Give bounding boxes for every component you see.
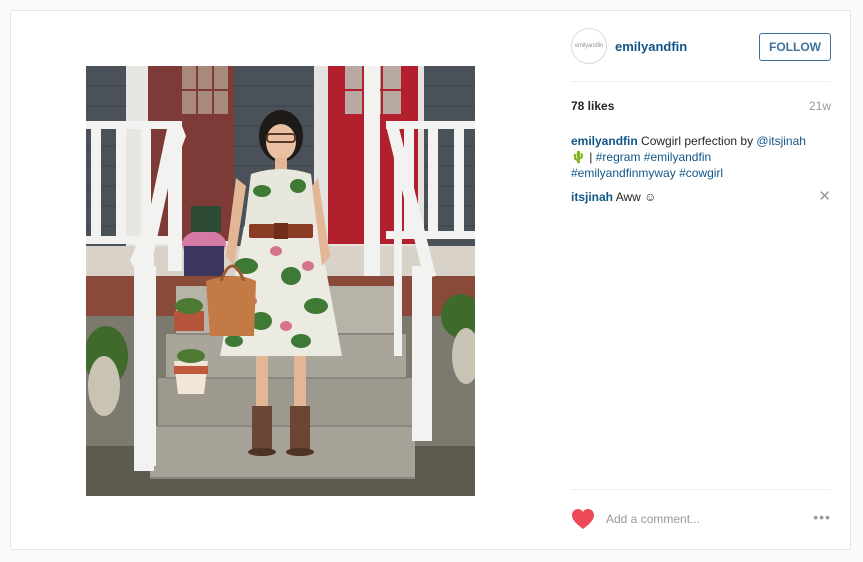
photo-woman-on-porch-steps — [86, 66, 475, 496]
list-item: itsjinah Aww ☺ ✕ — [571, 189, 831, 205]
divider — [571, 489, 831, 490]
comment-user-link[interactable]: itsjinah — [571, 190, 613, 204]
close-icon[interactable]: ✕ — [818, 189, 831, 205]
comment-input[interactable] — [606, 509, 796, 529]
comment-list: emilyandfin Cowgirl perfection by @itsji… — [571, 133, 831, 205]
username-link[interactable]: emilyandfin — [615, 39, 687, 54]
post-card: emilyandfin emilyandfin FOLLOW 78 likes … — [10, 10, 851, 550]
hashtag-link[interactable]: #emilyandfin — [644, 150, 711, 164]
post-header: emilyandfin emilyandfin FOLLOW — [571, 27, 831, 67]
post-age[interactable]: 21w — [809, 99, 831, 113]
more-options-icon[interactable]: ••• — [813, 510, 831, 524]
divider — [571, 81, 831, 82]
hashtag-link[interactable]: #regram — [596, 150, 641, 164]
hashtag-link[interactable]: #cowgirl — [679, 166, 723, 180]
avatar[interactable]: emilyandfin — [571, 28, 607, 64]
mention-link[interactable]: @itsjinah — [756, 134, 806, 148]
comment-user-link[interactable]: emilyandfin — [571, 134, 638, 148]
comment-text: Aww ☺ — [613, 190, 657, 204]
post-photo[interactable] — [86, 66, 475, 496]
cactus-emoji: 🌵 — [571, 150, 586, 164]
comment-text: | — [585, 150, 596, 164]
follow-button[interactable]: FOLLOW — [759, 33, 831, 61]
likes-row: 78 likes 21w — [571, 99, 831, 115]
comment-text: Cowgirl perfection by — [637, 134, 757, 148]
list-item: emilyandfin Cowgirl perfection by @itsji… — [571, 133, 831, 181]
heart-icon[interactable] — [571, 508, 595, 530]
hashtag-link[interactable]: #emilyandfinmyway — [571, 166, 676, 180]
post-footer: ••• — [571, 505, 831, 533]
post-side-panel: emilyandfin emilyandfin FOLLOW 78 likes … — [571, 11, 831, 551]
likes-count[interactable]: 78 likes — [571, 99, 614, 113]
